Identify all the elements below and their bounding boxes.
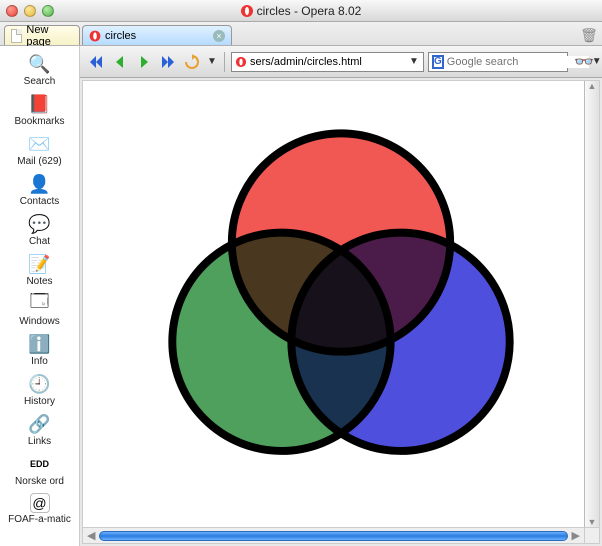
address-dropdown-chevron-icon[interactable]: ▼ <box>408 56 420 67</box>
sidebar-item-label: Bookmarks <box>14 116 64 127</box>
content-area: ▼ ▼ G ▼ 👓 ▲ ▼ ◀ ▶ <box>80 46 602 546</box>
sidebar-item-label: Norske ord <box>15 476 64 487</box>
sidebar-item-mail-629-[interactable]: ✉️Mail (629) <box>0 130 79 170</box>
sidebar-item-chat[interactable]: 💬Chat <box>0 210 79 250</box>
page-icon <box>11 29 22 43</box>
sidebar-item-label: Chat <box>29 236 50 247</box>
close-window-button[interactable] <box>6 5 18 17</box>
sidebar-item-history[interactable]: 🕘History <box>0 370 79 410</box>
sidebar-item-label: Links <box>28 436 51 447</box>
forward-button[interactable] <box>134 52 154 72</box>
opera-icon <box>90 30 101 41</box>
sidebar-icon: EDD <box>27 453 53 475</box>
new-page-label: New page <box>26 24 73 48</box>
sidebar-icon: @ <box>30 493 50 513</box>
sidebar-icon: 💬 <box>27 213 53 235</box>
site-icon <box>236 56 246 66</box>
sidebar-icon: ✉️ <box>27 133 53 155</box>
navigation-toolbar: ▼ ▼ G ▼ 👓 <box>80 46 602 78</box>
traffic-lights <box>6 5 54 17</box>
sidebar-item-label: FOAF-a-matic <box>8 514 71 525</box>
vertical-scrollbar[interactable]: ▲ ▼ <box>584 81 599 527</box>
scroll-up-icon[interactable]: ▲ <box>588 81 597 91</box>
circles-diagram <box>83 81 599 543</box>
sidebar-item-label: Windows <box>19 316 60 327</box>
hscroll-left-icon[interactable]: ◀ <box>87 529 95 542</box>
sidebar-item-windows[interactable]: 🗔Windows <box>0 290 79 330</box>
sidebar-item-notes[interactable]: 📝Notes <box>0 250 79 290</box>
back-button[interactable] <box>110 52 130 72</box>
sidebar-item-label: Search <box>24 76 56 87</box>
page-viewport: ▲ ▼ ◀ ▶ <box>82 80 600 544</box>
sidebar-item-label: Contacts <box>20 196 59 207</box>
sidebar-icon: ℹ️ <box>27 333 53 355</box>
circle-blue <box>291 233 509 451</box>
sidebar-icon: 🔍 <box>27 53 53 75</box>
search-input[interactable] <box>447 56 589 68</box>
sidebar-item-search[interactable]: 🔍Search <box>0 50 79 90</box>
sidebar-icon: 👤 <box>27 173 53 195</box>
sidebar-item-links[interactable]: 🔗Links <box>0 410 79 450</box>
sidebar-icon: 🔗 <box>27 413 53 435</box>
resize-grip[interactable] <box>584 527 599 543</box>
address-input[interactable] <box>250 56 405 68</box>
zoom-window-button[interactable] <box>42 5 54 17</box>
google-icon: G <box>432 55 444 69</box>
reload-button[interactable] <box>182 52 202 72</box>
find-icon[interactable]: 👓 <box>572 52 596 72</box>
sidebar-icon: 📝 <box>27 253 53 275</box>
address-bar[interactable]: ▼ <box>231 52 424 72</box>
horizontal-scrollbar[interactable] <box>99 531 567 541</box>
reload-menu-chevron-icon[interactable]: ▼ <box>206 56 218 67</box>
sidebar-item-label: Info <box>31 356 48 367</box>
sidebar-item-label: History <box>24 396 55 407</box>
rewind-button[interactable] <box>86 52 106 72</box>
search-bar[interactable]: G ▼ <box>428 52 568 72</box>
new-page-tab[interactable]: New page <box>4 25 80 45</box>
scroll-down-icon[interactable]: ▼ <box>588 517 597 527</box>
minimize-window-button[interactable] <box>24 5 36 17</box>
status-bar: ◀ ▶ <box>83 527 584 543</box>
sidebar-item-contacts[interactable]: 👤Contacts <box>0 170 79 210</box>
window-title: circles - Opera 8.02 <box>257 4 362 18</box>
sidebar: 🔍Search📕Bookmarks✉️Mail (629)👤Contacts💬C… <box>0 46 80 546</box>
tab-circles[interactable]: circles × <box>82 25 232 45</box>
sidebar-item-foaf-a-matic[interactable]: @FOAF-a-matic <box>0 490 79 528</box>
sidebar-icon: 🕘 <box>27 373 53 395</box>
sidebar-item-norske-ord[interactable]: EDDNorske ord <box>0 450 79 490</box>
trash-icon[interactable]: 🗑 <box>580 27 598 45</box>
window-titlebar: circles - Opera 8.02 <box>0 0 602 22</box>
tab-label: circles <box>105 30 136 42</box>
sidebar-item-info[interactable]: ℹ️Info <box>0 330 79 370</box>
fast-forward-button[interactable] <box>158 52 178 72</box>
separator <box>224 52 225 72</box>
sidebar-icon: 📕 <box>27 93 53 115</box>
sidebar-item-bookmarks[interactable]: 📕Bookmarks <box>0 90 79 130</box>
hscroll-right-icon[interactable]: ▶ <box>572 529 580 542</box>
opera-icon <box>241 5 253 17</box>
close-tab-button[interactable]: × <box>213 30 225 42</box>
sidebar-icon: 🗔 <box>27 293 53 315</box>
sidebar-item-label: Mail (629) <box>17 156 61 167</box>
sidebar-item-label: Notes <box>26 276 52 287</box>
tab-bar: New page circles × 🗑 <box>0 22 602 46</box>
